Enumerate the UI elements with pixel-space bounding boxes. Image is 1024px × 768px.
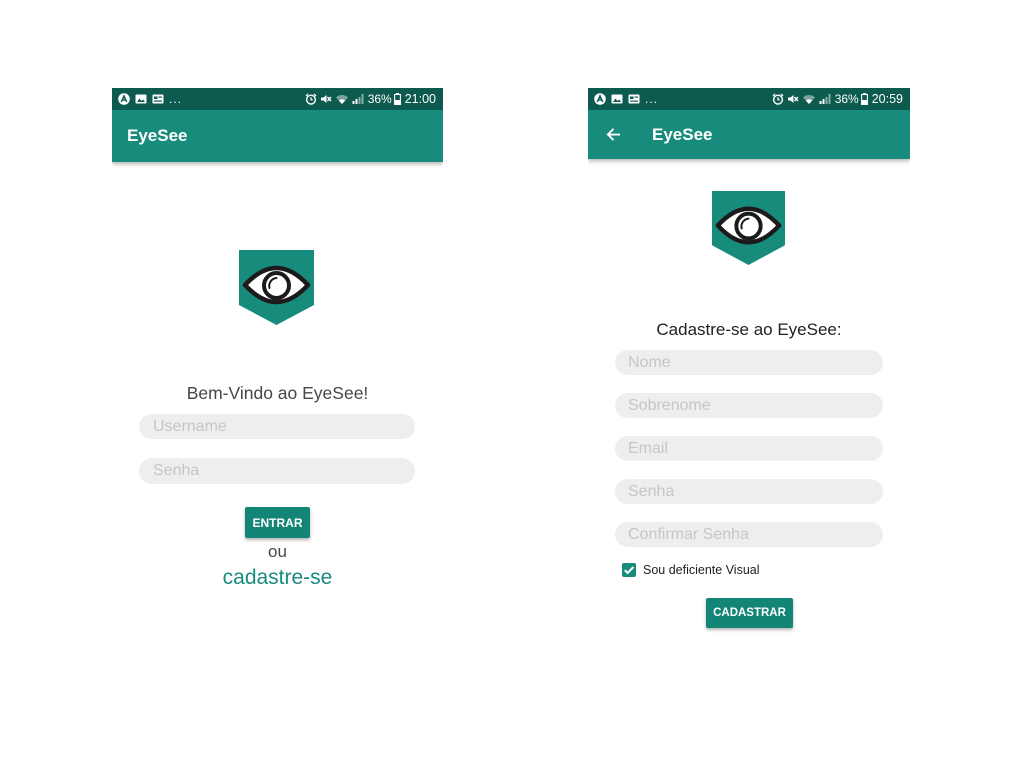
mute-icon	[320, 93, 332, 105]
android-circle-icon	[594, 93, 606, 105]
visual-impairment-label[interactable]: Sou deficiente Visual	[643, 562, 760, 578]
visual-impairment-checkbox[interactable]	[621, 562, 637, 578]
wifi-icon	[802, 93, 816, 105]
status-bar-notifications: ...	[118, 93, 182, 105]
alarm-icon	[772, 93, 784, 105]
email-input[interactable]	[615, 436, 883, 461]
wifi-icon	[335, 93, 349, 105]
battery-percent: 36%	[834, 92, 859, 106]
battery-percent: 36%	[367, 92, 392, 106]
password-input[interactable]	[139, 458, 415, 484]
app-bar: EyeSee	[588, 110, 910, 159]
back-button[interactable]	[604, 125, 622, 143]
eye-logo-icon	[712, 191, 785, 265]
enter-button[interactable]: ENTRAR	[245, 507, 310, 538]
image-icon	[611, 93, 623, 105]
eye-logo-icon	[239, 250, 314, 325]
android-circle-icon	[118, 93, 130, 105]
card-icon	[152, 93, 164, 105]
status-bar: ... 36% 20:59	[588, 88, 910, 110]
login-screen: ... 36% 21:00 EyeSee Bem-Vindo ao EyeSee…	[112, 88, 443, 628]
app-title: EyeSee	[127, 126, 188, 145]
battery-icon	[393, 93, 401, 105]
app-bar: EyeSee	[112, 110, 443, 162]
mute-icon	[787, 93, 799, 105]
signal-icon	[352, 93, 364, 105]
confirm-password-input[interactable]	[615, 522, 883, 547]
password-input[interactable]	[615, 479, 883, 504]
signal-icon	[819, 93, 831, 105]
status-bar-notifications: ...	[594, 93, 658, 105]
status-bar-system: 36% 20:59	[769, 93, 903, 105]
image-icon	[135, 93, 147, 105]
or-text: ou	[268, 542, 287, 561]
register-link[interactable]: cadastre-se	[223, 566, 333, 589]
register-button[interactable]: CADASTRAR	[706, 598, 793, 628]
username-input[interactable]	[139, 414, 415, 439]
status-bar: ... 36% 21:00	[112, 88, 443, 110]
alarm-icon	[305, 93, 317, 105]
notification-overflow: ...	[645, 92, 659, 106]
register-screen: ... 36% 20:59 EyeSee Cadastre-se ao EyeS…	[588, 88, 910, 648]
card-icon	[628, 93, 640, 105]
welcome-text: Bem-Vindo ao EyeSee!	[186, 383, 369, 403]
register-link-container: cadastre-se	[112, 565, 443, 593]
app-title: EyeSee	[652, 124, 713, 144]
clock-time: 20:59	[871, 92, 903, 106]
battery-icon	[860, 93, 868, 105]
status-bar-system: 36% 21:00	[302, 93, 436, 105]
notification-overflow: ...	[169, 92, 183, 106]
first-name-input[interactable]	[615, 350, 883, 375]
arrow-back-icon	[606, 127, 621, 142]
register-heading: Cadastre-se ao EyeSee:	[656, 320, 842, 339]
last-name-input[interactable]	[615, 393, 883, 418]
clock-time: 21:00	[404, 92, 436, 106]
